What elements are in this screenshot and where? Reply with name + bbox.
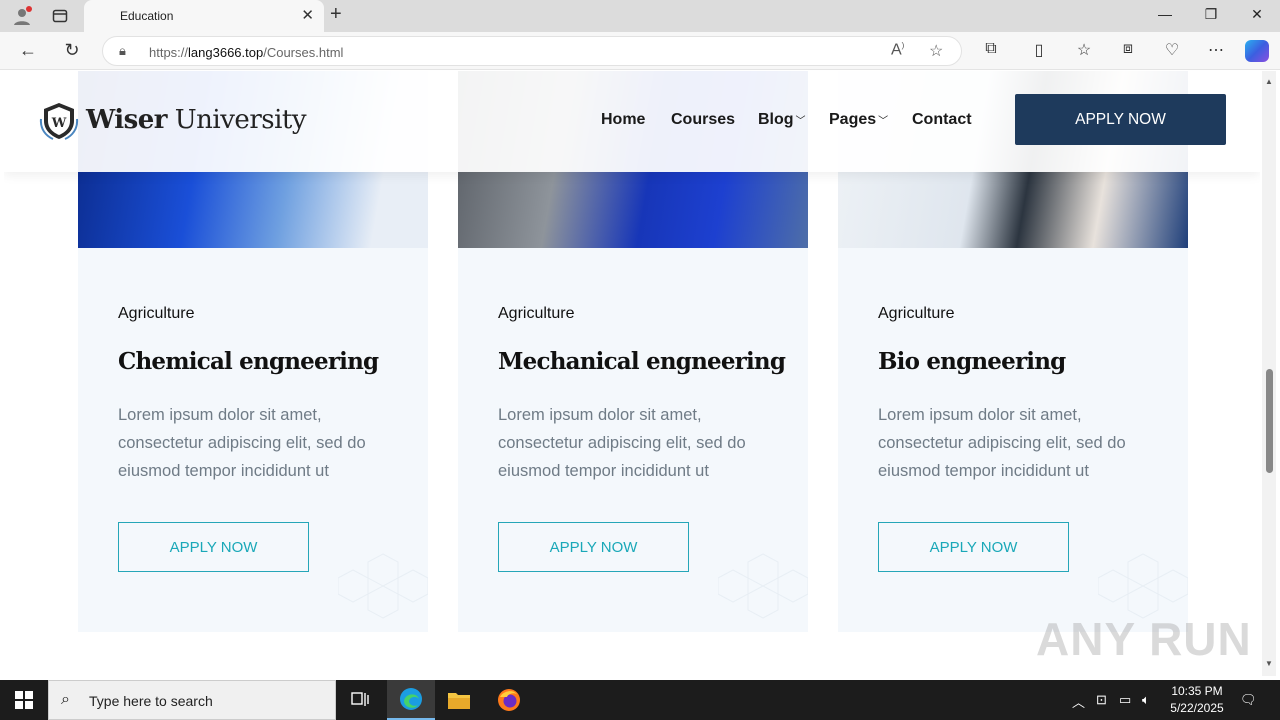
restore-icon[interactable]: ❐ <box>1196 6 1226 23</box>
url-text: https://lang3666.top/Courses.html <box>149 45 344 60</box>
firefox-icon[interactable] <box>485 680 533 720</box>
course-description: Lorem ipsum dolor sit amet, consectetur … <box>498 406 746 480</box>
course-description: Lorem ipsum dolor sit amet, consectetur … <box>878 406 1126 480</box>
apply-now-button[interactable]: APPLY NOW <box>118 522 309 572</box>
nav-courses[interactable]: Courses <box>671 111 735 129</box>
chevron-down-icon: ﹀ <box>795 116 806 127</box>
tab-education[interactable]: Education ✕ <box>84 0 324 32</box>
show-hidden-icons-icon[interactable]: ︿ <box>1072 692 1085 711</box>
hex-pattern-decoration <box>338 553 428 619</box>
file-explorer-icon[interactable] <box>435 680 483 720</box>
system-clock[interactable]: 10:35 PM 5/22/2025 <box>1160 683 1234 717</box>
close-tab-icon[interactable]: ✕ <box>301 6 314 24</box>
new-tab-icon[interactable]: + <box>330 3 342 26</box>
task-view-icon[interactable] <box>336 680 384 720</box>
notifications-icon[interactable]: 🗨︎ <box>1240 692 1257 708</box>
site-header: W Wiser University Home Courses Blog ﹀ Pa… <box>4 71 1260 172</box>
apply-now-button[interactable]: APPLY NOW <box>498 522 689 572</box>
lock-icon: 🔒︎ <box>119 43 126 58</box>
back-icon[interactable]: ← <box>16 40 40 61</box>
course-title[interactable]: Chemical engneering <box>118 348 379 375</box>
course-description: Lorem ipsum dolor sit amet, consectetur … <box>118 406 366 480</box>
edge-browser-icon[interactable] <box>387 680 435 720</box>
scroll-thumb[interactable] <box>1266 369 1273 473</box>
course-category: Agriculture <box>498 305 575 322</box>
profile-icon[interactable] <box>10 4 34 28</box>
course-title[interactable]: Mechanical engneering <box>498 348 786 375</box>
clock-date: 5/22/2025 <box>1170 701 1224 715</box>
page-scrollbar[interactable]: ▲ ▼ <box>1262 71 1276 676</box>
split-screen-icon[interactable]: ▯ <box>1027 40 1051 60</box>
minimize-icon[interactable]: — <box>1150 6 1180 22</box>
tab-actions-icon[interactable] <box>48 4 72 28</box>
anyrun-watermark: ANY RUN <box>1036 613 1252 665</box>
web-page: Agriculture Chemical engneering Lorem ip… <box>4 71 1260 676</box>
hex-pattern-decoration <box>718 553 808 619</box>
nav-pages[interactable]: Pages ﹀ <box>829 111 888 129</box>
header-apply-now-button[interactable]: APPLY NOW <box>1015 94 1226 145</box>
more-menu-icon[interactable]: ⋯ <box>1204 40 1228 60</box>
search-icon: ⌕ <box>61 691 70 708</box>
taskbar-search-input[interactable]: ⌕ Type here to search <box>48 680 336 720</box>
course-category: Agriculture <box>878 305 955 322</box>
apply-now-button[interactable]: APPLY NOW <box>878 522 1069 572</box>
nav-blog[interactable]: Blog ﹀ <box>758 111 806 129</box>
close-window-icon[interactable]: ✕ <box>1242 6 1272 23</box>
course-category: Agriculture <box>118 305 195 322</box>
extensions-icon[interactable]: ⧉ <box>979 40 1003 58</box>
chevron-down-icon: ﹀ <box>878 116 889 127</box>
search-placeholder: Type here to search <box>89 693 213 709</box>
browser-tab-bar: Education ✕ + — ❐ ✕ <box>0 0 1280 32</box>
nav-home[interactable]: Home <box>601 111 645 129</box>
nav-contact[interactable]: Contact <box>912 111 972 129</box>
site-logo-text[interactable]: Wiser University <box>86 105 307 135</box>
address-bar-row: ← ↻ 🔒︎ https://lang3666.top/Courses.html… <box>0 32 1280 70</box>
url-field[interactable]: 🔒︎ https://lang3666.top/Courses.html A) … <box>102 36 962 66</box>
volume-icon[interactable]: 🔈︎ <box>1142 692 1150 708</box>
course-title[interactable]: Bio engneering <box>878 348 1066 375</box>
clock-time: 10:35 PM <box>1171 684 1223 698</box>
favorites-icon[interactable]: ☆ <box>1072 40 1096 60</box>
university-shield-icon[interactable]: W <box>38 101 80 141</box>
refresh-icon[interactable]: ↻ <box>60 40 84 61</box>
read-aloud-icon[interactable]: A) <box>891 41 904 59</box>
scroll-down-arrow-icon[interactable]: ▼ <box>1265 659 1273 668</box>
device-icon[interactable]: ⊡ <box>1096 692 1107 708</box>
tab-title: Education <box>120 9 174 23</box>
windows-taskbar: ⌕ Type here to search ︿ ⊡ ▭ 🔈︎ 10:35 PM … <box>0 680 1280 720</box>
collections-icon[interactable]: ⧈ <box>1116 40 1140 58</box>
scroll-up-arrow-icon[interactable]: ▲ <box>1265 77 1273 86</box>
favorite-star-icon[interactable]: ☆ <box>929 41 943 61</box>
copilot-icon[interactable] <box>1245 40 1269 62</box>
windows-start-icon[interactable] <box>0 680 48 720</box>
browser-essentials-icon[interactable]: ♡ <box>1160 40 1184 60</box>
svg-text:W: W <box>51 116 67 131</box>
network-icon[interactable]: ▭ <box>1119 692 1131 708</box>
